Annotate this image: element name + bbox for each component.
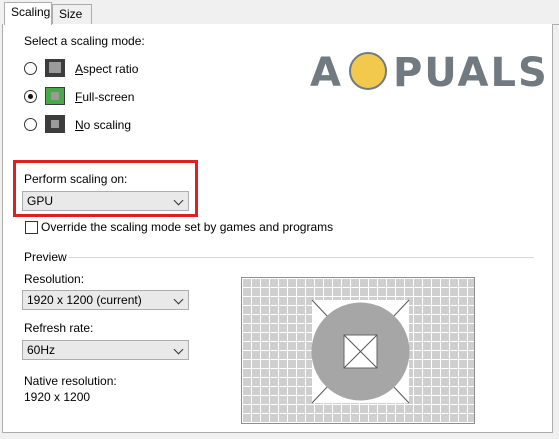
full-screen-label[interactable]: Full-screen <box>75 90 134 104</box>
refresh-rate-select[interactable]: 60Hz <box>22 340 189 360</box>
full-screen-icon <box>45 87 65 105</box>
resolution-value: 1920 x 1200 (current) <box>27 293 142 307</box>
perform-scaling-select[interactable]: GPU <box>22 191 189 211</box>
native-resolution-label: Native resolution: <box>24 374 117 388</box>
chevron-down-icon <box>173 195 184 206</box>
preview-illustration <box>311 299 410 404</box>
refresh-rate-value: 60Hz <box>27 343 56 357</box>
chevron-down-icon <box>173 294 184 305</box>
preview-divider <box>68 257 534 258</box>
tab-scaling-label: Scaling <box>11 5 51 19</box>
no-scaling-icon <box>45 115 65 133</box>
chevron-down-icon <box>173 344 184 355</box>
appuals-watermark: A PUALS <box>310 50 549 96</box>
native-resolution-value: 1920 x 1200 <box>24 390 91 404</box>
refresh-rate-label: Refresh rate: <box>24 321 94 335</box>
override-checkbox[interactable] <box>25 221 38 234</box>
resolution-label: Resolution: <box>24 272 85 286</box>
resolution-select[interactable]: 1920 x 1200 (current) <box>22 290 189 310</box>
perform-scaling-value: GPU <box>27 194 54 208</box>
no-scaling-radio[interactable] <box>24 118 37 131</box>
tab-size-label: Size <box>59 7 83 21</box>
scaling-preview <box>241 277 475 424</box>
aspect-ratio-icon <box>45 59 65 77</box>
tab-scaling[interactable]: Scaling <box>4 2 52 25</box>
perform-scaling-label: Perform scaling on: <box>24 172 128 186</box>
aspect-ratio-label[interactable]: Aspect ratio <box>75 62 138 76</box>
no-scaling-label[interactable]: No scaling <box>75 118 131 132</box>
override-checkbox-label[interactable]: Override the scaling mode set by games a… <box>41 220 333 234</box>
preview-heading: Preview <box>24 250 67 264</box>
scaling-mode-heading: Select a scaling mode: <box>24 34 145 48</box>
aspect-ratio-radio[interactable] <box>24 62 37 75</box>
full-screen-radio[interactable] <box>24 90 37 103</box>
tab-size[interactable]: Size <box>52 4 92 24</box>
